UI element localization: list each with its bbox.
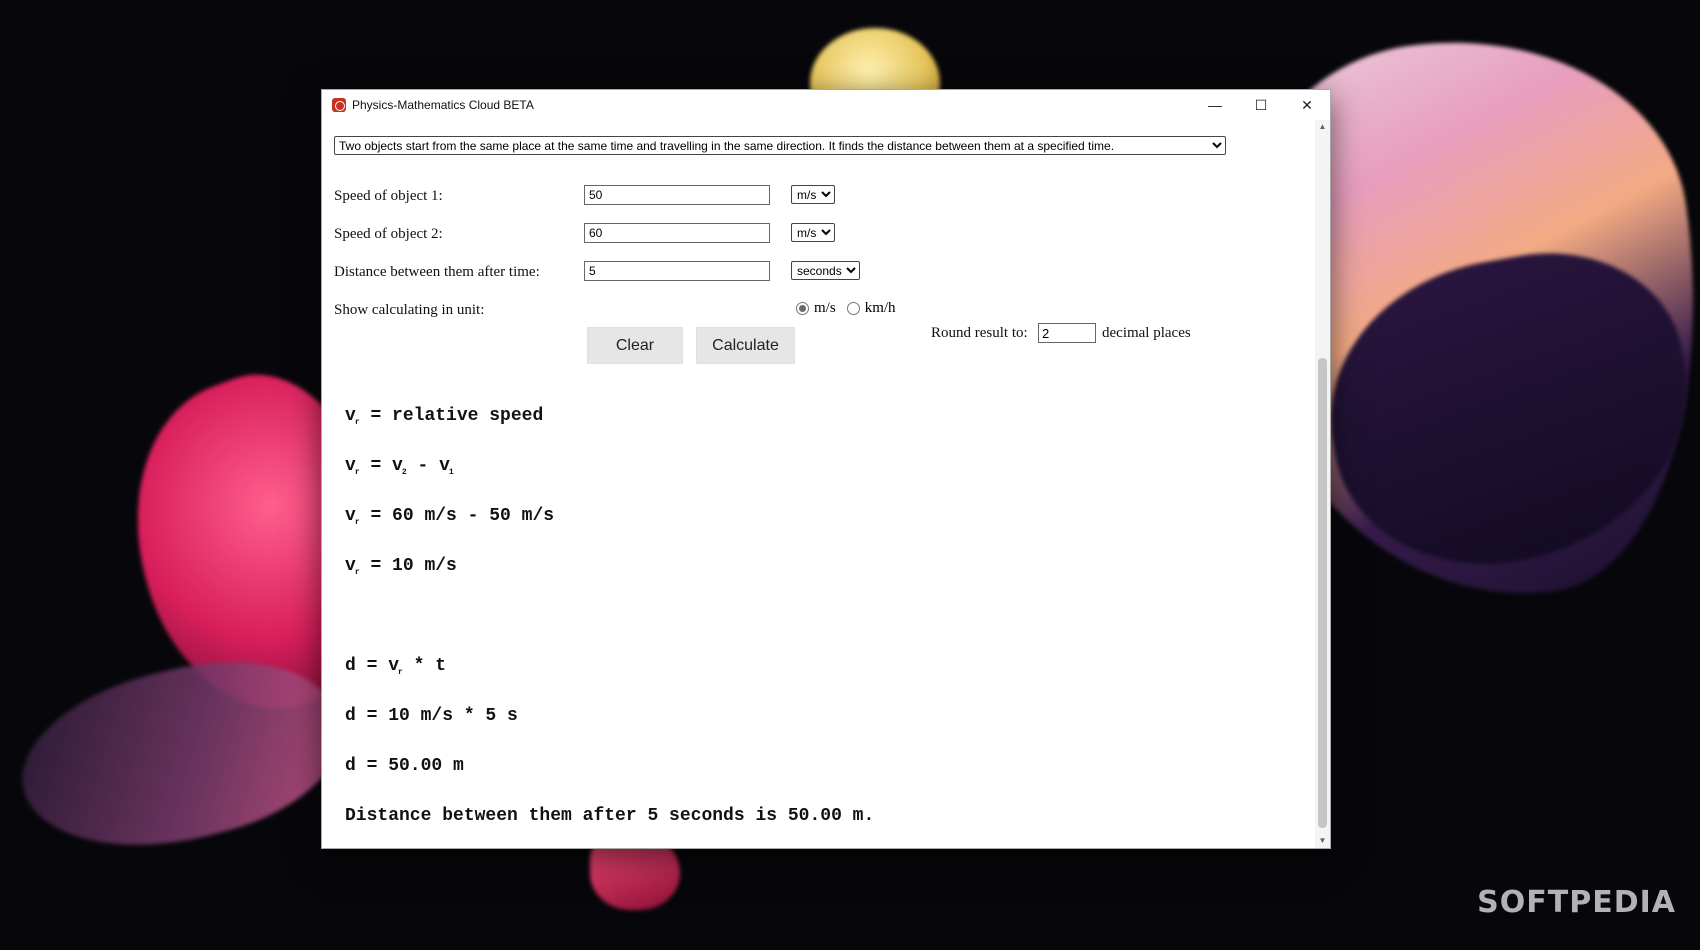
speed1-input[interactable] (584, 185, 770, 205)
calc-line-2: vr = v2 - v1 (345, 456, 454, 477)
calc-line-3-rest: = 60 m/s - 50 m/s (370, 506, 555, 526)
problem-type-select[interactable]: Two objects start from the same place at… (334, 136, 1226, 155)
calc-sub-1: 1 (448, 468, 454, 477)
softpedia-watermark: SOFTPEDIA (1477, 885, 1676, 920)
calc-sub-r: r (354, 568, 360, 577)
calc-line-1: vr = relative speed (345, 406, 544, 427)
calc-line-2-minus: - v (417, 456, 450, 476)
round-suffix: decimal places (1102, 325, 1191, 341)
maximize-button[interactable]: ☐ (1238, 90, 1284, 120)
calc-sub-r: r (354, 468, 360, 477)
speed2-label: Speed of object 2: (334, 226, 443, 242)
calc-line-7: d = 50.00 m (345, 756, 464, 776)
speed1-unit-select[interactable]: m/s (791, 185, 835, 204)
scroll-up-arrow-icon[interactable]: ▲ (1315, 120, 1330, 134)
calculate-button[interactable]: Calculate (696, 327, 795, 364)
calc-line-5: d = vr * t (345, 656, 447, 677)
vertical-scrollbar[interactable]: ▲ ▼ (1315, 120, 1330, 848)
window-title: Physics-Mathematics Cloud BETA (352, 98, 534, 112)
time-unit-select[interactable]: seconds (791, 261, 860, 280)
radio-ms-label: m/s (814, 300, 836, 316)
speed2-input[interactable] (584, 223, 770, 243)
calc-line-3: vr = 60 m/s - 50 m/s (345, 506, 555, 527)
radio-kmh-label: km/h (864, 300, 896, 316)
close-button[interactable]: ✕ (1284, 90, 1330, 120)
time-label: Distance between them after time: (334, 264, 540, 280)
app-window: Physics-Mathematics Cloud BETA — ☐ ✕ Two… (322, 90, 1330, 848)
calc-sub-r: r (354, 418, 360, 427)
calc-line-2-eq: = v (370, 456, 403, 476)
round-label: Round result to: (931, 325, 1028, 341)
calc-sub-r: r (398, 668, 403, 677)
calc-line-5-prefix: d = v (345, 656, 400, 676)
radio-ms[interactable] (796, 302, 809, 315)
calc-line-6: d = 10 m/s * 5 s (345, 706, 518, 726)
calc-line-4-rest: = 10 m/s (370, 556, 457, 576)
speed2-unit-select[interactable]: m/s (791, 223, 835, 242)
content-area: Two objects start from the same place at… (322, 120, 1315, 848)
clear-button[interactable]: Clear (587, 327, 683, 364)
window-controls: — ☐ ✕ (1192, 90, 1330, 120)
title-bar[interactable]: Physics-Mathematics Cloud BETA — ☐ ✕ (322, 90, 1330, 120)
radio-kmh[interactable] (846, 302, 860, 315)
calc-result: Distance between them after 5 seconds is… (345, 806, 875, 826)
scrollbar-thumb[interactable] (1318, 358, 1327, 828)
calc-line-1-rest: = relative speed (370, 406, 544, 426)
calc-sub-2: 2 (401, 468, 407, 477)
calc-line-5-suffix: * t (413, 656, 447, 676)
show-unit-label: Show calculating in unit: (334, 302, 485, 318)
speed1-label: Speed of object 1: (334, 188, 443, 204)
round-input[interactable] (1038, 323, 1096, 343)
time-input[interactable] (584, 261, 770, 281)
scroll-down-arrow-icon[interactable]: ▼ (1315, 834, 1330, 848)
calc-line-4: vr = 10 m/s (345, 556, 457, 577)
minimize-button[interactable]: — (1192, 90, 1238, 120)
app-icon (332, 98, 346, 112)
unit-radio-group: m/s km/h (796, 300, 896, 317)
calc-sub-r: r (354, 518, 360, 527)
